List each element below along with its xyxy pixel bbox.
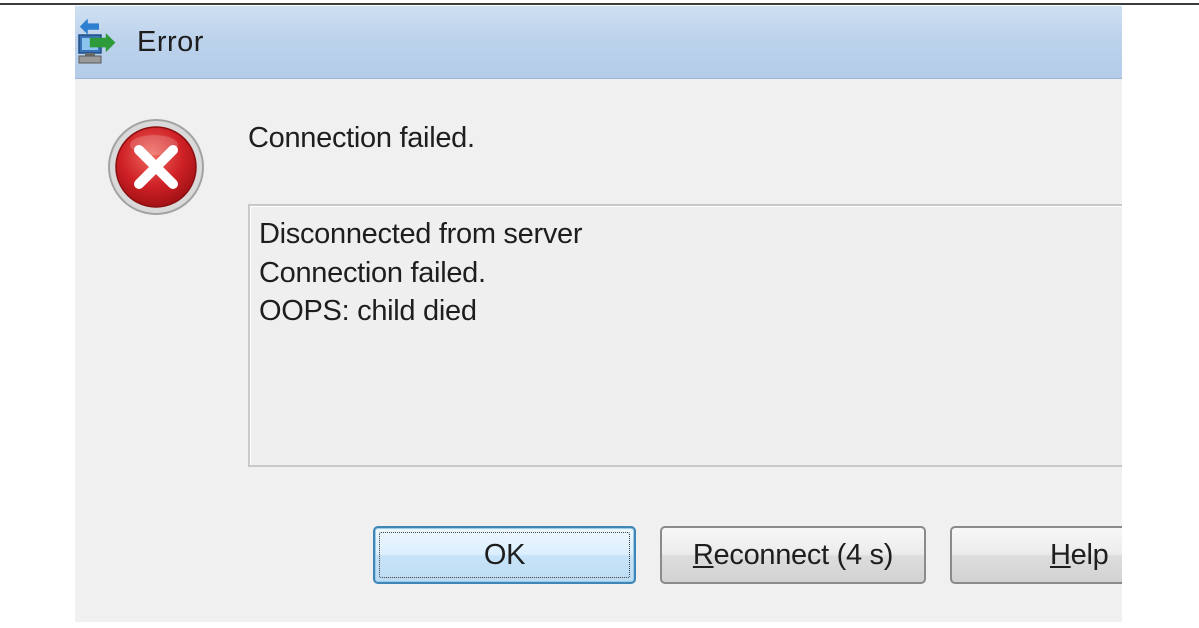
error-dialog: Error Connection failed. Disconnected fr… [75,6,1122,622]
top-border-line [0,3,1199,5]
error-message: Connection failed. [248,122,475,154]
help-mnemonic: H [1050,539,1071,571]
screenshot-page: Error Connection failed. Disconnected fr… [0,0,1199,628]
help-button[interactable]: Help [950,526,1122,584]
reconnect-mnemonic: R [692,539,714,571]
details-text-box[interactable]: Disconnected from server Connection fail… [248,204,1122,467]
reconnect-button[interactable]: Reconnect (4 s) [660,526,926,584]
error-x-icon [108,119,204,215]
help-button-label: elp [1070,539,1109,571]
title-bar[interactable]: Error [75,6,1122,79]
details-line-2: Connection failed. [259,257,486,289]
focus-ring [379,532,630,578]
details-line-3: OOPS: child died [259,295,477,327]
dialog-title: Error [137,26,204,58]
ok-button[interactable]: OK [373,526,636,584]
network-error-icon [78,19,116,64]
details-line-1: Disconnected from server [259,218,583,250]
reconnect-button-label: econnect (4 s) [713,539,894,571]
